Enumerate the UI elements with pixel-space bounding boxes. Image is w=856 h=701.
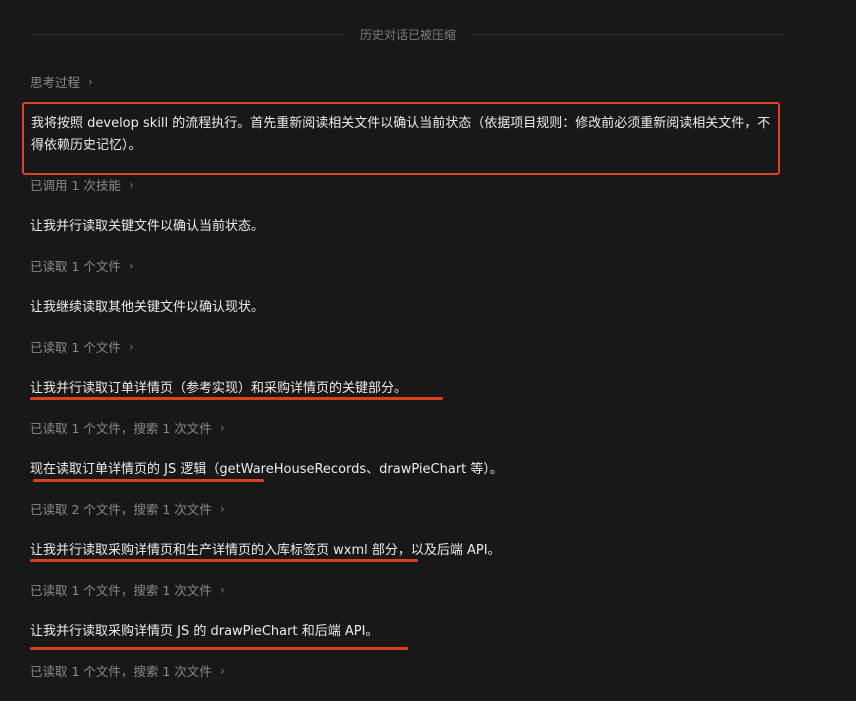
- tool-call-label: 已读取 1 个文件: [30, 340, 121, 355]
- chevron-right-icon: ›: [220, 420, 225, 435]
- tool-call-summary[interactable]: 已读取 1 个文件，搜索 1 次文件 ›: [30, 418, 225, 437]
- chevron-right-icon: ›: [220, 663, 225, 678]
- highlighted-message: 我将按照 develop skill 的流程执行。首先重新阅读相关文件以确认当前…: [22, 102, 780, 175]
- annotation-underline: [33, 479, 264, 482]
- tool-call-summary[interactable]: 已读取 1 个文件，搜索 1 次文件 ›: [30, 661, 225, 680]
- chevron-right-icon: ›: [88, 74, 93, 89]
- assistant-message: 让我并行读取订单详情页（参考实现）和采购详情页的关键部分。: [30, 381, 408, 396]
- tool-call-summary[interactable]: 已读取 1 个文件 ›: [30, 337, 134, 356]
- divider-line-right: [470, 33, 787, 35]
- assistant-message: 让我并行读取关键文件以确认当前状态。: [30, 219, 265, 234]
- divider-label: 历史对话已被压缩: [360, 27, 457, 42]
- tool-call-summary[interactable]: 已读取 1 个文件，搜索 1 次文件 ›: [30, 580, 225, 599]
- assistant-message: 现在读取订单详情页的 JS 逻辑（getWareHouseRecords、dra…: [30, 462, 503, 477]
- chevron-right-icon: ›: [129, 339, 134, 354]
- annotation-underline: [30, 647, 408, 650]
- thinking-process-label: 思考过程: [30, 75, 81, 90]
- chevron-right-icon: ›: [129, 258, 134, 273]
- assistant-message: 让我并行读取采购详情页 JS 的 drawPieChart 和后端 API。: [30, 624, 379, 639]
- message-text: 我将按照 develop skill 的流程执行。首先重新阅读相关文件以确认当前…: [31, 116, 771, 153]
- divider-line-left: [30, 33, 346, 35]
- tool-call-summary[interactable]: 已调用 1 次技能 ›: [30, 175, 134, 194]
- chevron-right-icon: ›: [220, 582, 225, 597]
- tool-call-label: 已读取 1 个文件: [30, 259, 121, 274]
- compressed-history-divider: 历史对话已被压缩: [30, 24, 787, 44]
- assistant-message: 让我并行读取采购详情页和生产详情页的入库标签页 wxml 部分，以及后端 API…: [30, 543, 501, 558]
- chat-history: 历史对话已被压缩 思考过程 › 我将按照 develop skill 的流程执行…: [0, 0, 856, 701]
- annotation-underline: [30, 397, 443, 400]
- annotation-underline: [30, 559, 418, 562]
- tool-call-label: 已读取 1 个文件，搜索 1 次文件: [30, 664, 212, 679]
- tool-call-label: 已调用 1 次技能: [30, 178, 121, 193]
- chevron-right-icon: ›: [129, 177, 134, 192]
- assistant-message: 让我继续读取其他关键文件以确认现状。: [30, 300, 265, 315]
- tool-call-summary[interactable]: 已读取 2 个文件，搜索 1 次文件 ›: [30, 499, 225, 518]
- tool-call-summary[interactable]: 已读取 1 个文件 ›: [30, 256, 134, 275]
- chevron-right-icon: ›: [220, 501, 225, 516]
- tool-call-label: 已读取 2 个文件，搜索 1 次文件: [30, 502, 212, 517]
- tool-call-label: 已读取 1 个文件，搜索 1 次文件: [30, 421, 212, 436]
- thinking-process-toggle[interactable]: 思考过程 ›: [30, 72, 93, 91]
- tool-call-label: 已读取 1 个文件，搜索 1 次文件: [30, 583, 212, 598]
